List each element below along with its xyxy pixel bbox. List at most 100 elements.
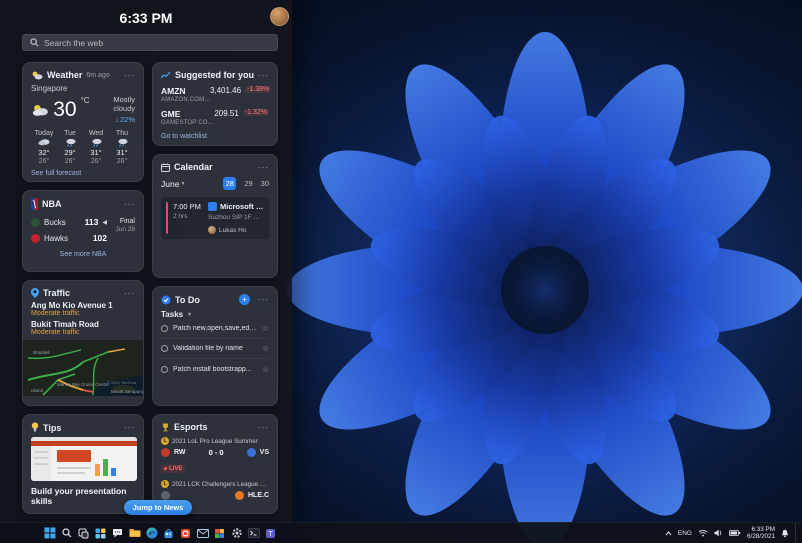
search-bar[interactable]: Search the web	[22, 34, 278, 51]
team-score: 113	[84, 217, 99, 227]
cloud-icon	[38, 139, 50, 146]
taskbar-search-button[interactable]	[59, 526, 74, 541]
language-indicator[interactable]: ENG	[678, 530, 692, 537]
task-item[interactable]: Patch install bootstrapp... ☆	[161, 359, 269, 379]
team-logo-icon	[235, 491, 244, 500]
widgets-column-left: Weather 6m ago ··· Singapore 30 °C Mostl…	[22, 62, 144, 514]
clock-date[interactable]: 6:33 PM 6/28/2021	[747, 526, 775, 541]
calendar-day[interactable]: 30	[261, 179, 269, 188]
nba-widget[interactable]: NBA ··· Bucks 113 ◀ Hawks 102 Final Jun …	[22, 190, 144, 272]
show-desktop-button[interactable]	[795, 522, 799, 543]
see-more-nba-link[interactable]: See more NBA	[31, 251, 135, 258]
more-options-icon[interactable]: ···	[258, 295, 269, 304]
calendar-day[interactable]: 29	[244, 179, 252, 188]
traffic-title: Traffic	[43, 288, 71, 298]
calendar-icon	[161, 163, 170, 172]
office-button[interactable]	[178, 526, 193, 541]
star-icon[interactable]: ☆	[262, 344, 269, 353]
task-complete-circle[interactable]	[161, 365, 168, 373]
calendar-title: Calendar	[174, 162, 213, 172]
user-avatar[interactable]	[270, 7, 289, 26]
tips-thumbnail[interactable]	[31, 437, 137, 481]
chat-button[interactable]	[110, 526, 125, 541]
task-complete-circle[interactable]	[161, 345, 168, 352]
panel-clock: 6:33 PM	[119, 10, 173, 26]
settings-button[interactable]	[229, 526, 244, 541]
edge-button[interactable]	[144, 526, 159, 541]
task-item[interactable]: Patch new,open,save,edit... ☆	[161, 319, 269, 339]
bell-icon	[782, 529, 788, 537]
terminal-button[interactable]	[246, 526, 261, 541]
road-item: Bukit Timah Road Moderate traffic	[31, 320, 135, 336]
match-score: 0 - 0	[208, 448, 224, 457]
hawks-logo-icon	[31, 233, 40, 243]
search-icon	[30, 38, 39, 47]
wifi-indicator[interactable]	[698, 529, 708, 537]
weather-condition: Mostly cloudy	[113, 95, 135, 113]
forecast-day-name: Thu	[115, 130, 129, 137]
widgets-button[interactable]	[93, 526, 108, 541]
more-options-icon[interactable]: ···	[124, 200, 135, 209]
todo-widget[interactable]: To Do + ··· Tasks ▾ Patch new,open,save,…	[152, 286, 278, 406]
weather-widget[interactable]: Weather 6m ago ··· Singapore 30 °C Mostl…	[22, 62, 144, 182]
calendar-day-selected[interactable]: 28	[223, 177, 237, 190]
more-options-icon[interactable]: ···	[258, 71, 269, 80]
teams-button[interactable]: T	[263, 526, 278, 541]
file-explorer-button[interactable]	[127, 526, 142, 541]
more-options-icon[interactable]: ···	[124, 71, 135, 80]
rain-cloud-icon	[92, 138, 102, 147]
volume-indicator[interactable]	[714, 529, 723, 537]
more-options-icon[interactable]: ···	[258, 423, 269, 432]
trophy-icon	[163, 423, 168, 431]
traffic-widget[interactable]: Traffic ··· Ang Mo Kio Avenue 1 Moderate…	[22, 280, 144, 406]
office-icon	[181, 528, 190, 538]
esports-title: Esports	[174, 422, 208, 432]
esports-match[interactable]: L 2021 LoL Pro League Summer RW 0 - 0 VS…	[161, 437, 269, 475]
stock-company: AMAZON.COM...	[161, 97, 210, 103]
stock-row[interactable]: AMZN AMAZON.COM... 3,401.46 -1.38%	[161, 86, 272, 103]
calendar-widget[interactable]: Calendar ··· June ▾ 28 29 30 7:00 PM 2 h…	[152, 154, 278, 278]
road-name: Ang Mo Kio Avenue 1	[31, 301, 113, 310]
more-options-icon[interactable]: ···	[124, 289, 135, 298]
weather-current: 30 °C Mostly cloudy ↓ 22%	[31, 95, 135, 124]
task-complete-circle[interactable]	[161, 325, 168, 332]
hidden-icons-chevron[interactable]	[665, 530, 672, 536]
task-list-selector[interactable]: Tasks ▾	[161, 310, 269, 319]
task-view-button[interactable]	[76, 526, 91, 541]
league-logo-icon: L	[161, 437, 169, 445]
star-icon[interactable]: ☆	[262, 324, 269, 333]
map-label: Mount Serapong	[111, 389, 144, 394]
more-options-icon[interactable]: ···	[124, 423, 135, 432]
task-item[interactable]: Validation file by name ☆	[161, 339, 269, 359]
notification-center-button[interactable]	[781, 529, 789, 538]
stocks-title: Suggested for you	[174, 70, 254, 80]
add-task-button[interactable]: +	[239, 294, 250, 305]
stock-row[interactable]: GME GAMESTOP CO... 209.51 -1.32%	[161, 109, 269, 126]
forecast-day-name: Today	[34, 130, 54, 137]
road-status: Moderate traffic	[31, 329, 80, 336]
store-button[interactable]	[161, 526, 176, 541]
windows-logo-icon	[43, 527, 55, 539]
wifi-icon	[698, 530, 708, 537]
task-text: Patch install bootstrapp...	[173, 365, 252, 373]
battery-indicator[interactable]	[729, 529, 741, 537]
weather-location: Singapore	[31, 84, 68, 93]
mail-icon	[196, 528, 209, 538]
tips-widget[interactable]: Tips ··· Build your presentation skills	[22, 414, 144, 514]
jump-to-news-button[interactable]: Jump to News	[124, 500, 192, 515]
map-pin-icon	[31, 288, 39, 298]
go-to-watchlist-link[interactable]: Go to watchlist	[161, 133, 269, 140]
calendar-event[interactable]: 7:00 PM 2 hrs Microsoft Suzhou Toa... Su…	[161, 197, 269, 239]
start-button[interactable]	[42, 526, 57, 541]
game-status: Final	[119, 218, 135, 225]
team-row: Hawks 102	[31, 230, 107, 246]
traffic-map[interactable]: Braddell Marina Bay Cruise Centre Island…	[23, 340, 144, 396]
star-icon[interactable]: ☆	[262, 365, 269, 374]
calendar-month[interactable]: June	[161, 179, 179, 189]
esports-widget[interactable]: Esports ··· L 2021 LoL Pro League Summer…	[152, 414, 278, 514]
stocks-widget[interactable]: Suggested for you ··· AMZN AMAZON.COM...…	[152, 62, 278, 146]
mail-button[interactable]	[195, 526, 210, 541]
photos-button[interactable]	[212, 526, 227, 541]
see-full-forecast-link[interactable]: See full forecast	[31, 170, 135, 177]
more-options-icon[interactable]: ···	[258, 163, 269, 172]
